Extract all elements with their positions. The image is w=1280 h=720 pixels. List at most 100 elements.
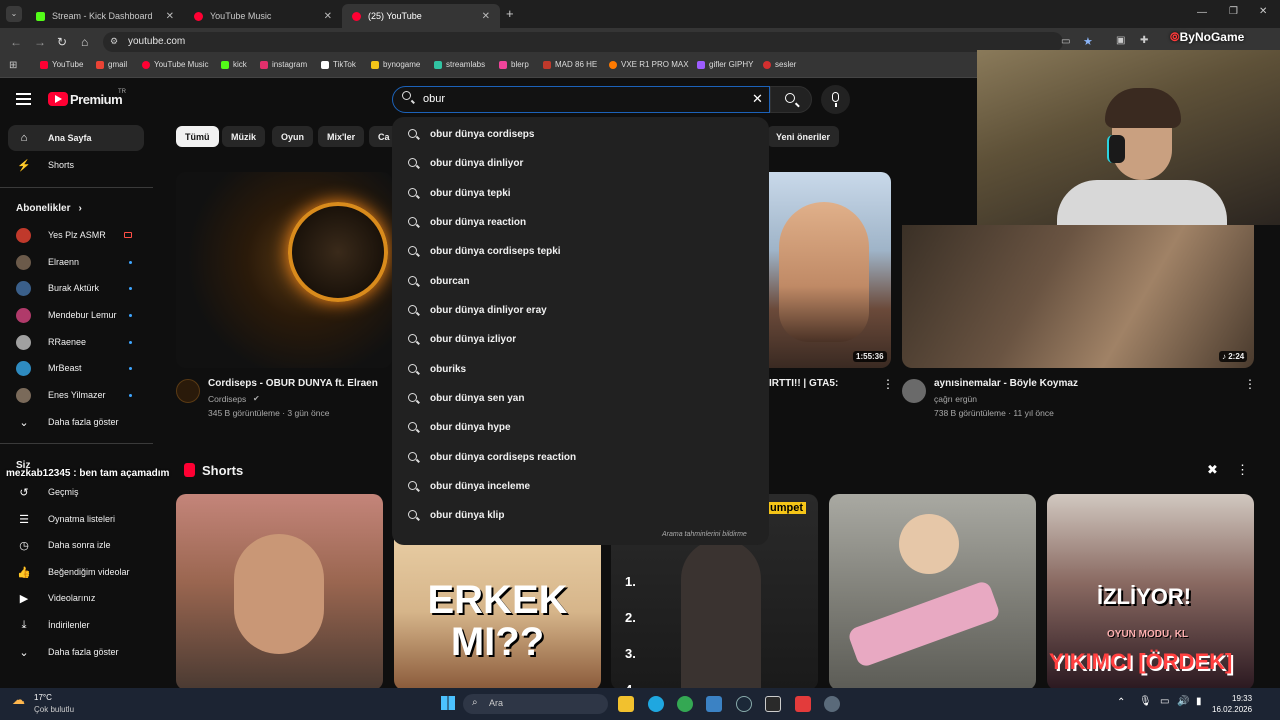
close-tab-icon[interactable]: ✕ bbox=[166, 11, 174, 22]
channel-avatar[interactable] bbox=[176, 379, 200, 403]
hamburger-menu-icon[interactable] bbox=[16, 93, 31, 105]
bookmark-sesler[interactable]: sesler bbox=[763, 60, 796, 69]
taskbar-search[interactable]: ⌕ Ara bbox=[463, 694, 608, 714]
suggestion-item[interactable]: obur dünya cordiseps tepki bbox=[392, 237, 769, 266]
sidebar-item-downloads[interactable]: ⤓ İndirilenler bbox=[8, 612, 144, 638]
search-button[interactable] bbox=[770, 86, 812, 113]
tray-chevron-up-icon[interactable]: ⌃ bbox=[1117, 697, 1125, 708]
sidebar-item-history[interactable]: ↺ Geçmiş bbox=[8, 479, 144, 505]
report-suggestions-link[interactable]: Arama tahminlerini bildirme bbox=[662, 531, 747, 538]
bookmark-kick[interactable]: kick bbox=[221, 60, 247, 69]
suggestion-item[interactable]: oburiks bbox=[392, 355, 769, 384]
bookmark-blerp[interactable]: blerp bbox=[499, 60, 529, 69]
clock-time[interactable]: 19:33 bbox=[1232, 694, 1252, 703]
more-options-icon[interactable]: ⋮ bbox=[1244, 377, 1256, 391]
clock-date[interactable]: 16.02.2026 bbox=[1212, 705, 1252, 714]
video-title[interactable]: aynısinemalar - Böyle Koymaz bbox=[934, 378, 1078, 389]
bookmark-youtube[interactable]: YouTube bbox=[40, 60, 83, 69]
steam-icon[interactable] bbox=[736, 696, 752, 712]
suggestion-item[interactable]: obur dünya sen yan bbox=[392, 384, 769, 413]
maximize-window-icon[interactable]: ❐ bbox=[1229, 6, 1238, 17]
sidebar-item-home[interactable]: ⌂ Ana Sayfa bbox=[8, 125, 144, 151]
chip-mixes[interactable]: Mix'ler bbox=[318, 126, 365, 147]
suggestion-item[interactable]: obur dünya tepki bbox=[392, 179, 769, 208]
show-more-you[interactable]: ⌄ Daha fazla göster bbox=[8, 639, 144, 665]
epic-games-icon[interactable] bbox=[765, 696, 781, 712]
not-interested-icon[interactable]: ✖ bbox=[1207, 462, 1218, 478]
youtube-logo-icon[interactable] bbox=[48, 92, 68, 106]
subscription-item[interactable]: RRaenee bbox=[16, 332, 136, 352]
settings-gear-icon[interactable] bbox=[824, 696, 840, 712]
suggestion-item[interactable]: obur dünya klip bbox=[392, 501, 769, 530]
app-icon[interactable] bbox=[795, 696, 811, 712]
bookmark-giphy[interactable]: gifler GIPHY bbox=[697, 60, 753, 69]
video-thumbnail[interactable] bbox=[769, 172, 891, 368]
sidebar-item-playlists[interactable]: ☰ Oynatma listeleri bbox=[8, 506, 144, 532]
reload-icon[interactable]: ↻ bbox=[57, 35, 67, 49]
suggestion-item[interactable]: obur dünya izliyor bbox=[392, 325, 769, 354]
edge-icon[interactable] bbox=[648, 696, 664, 712]
bookmark-youtube-music[interactable]: YouTube Music bbox=[142, 60, 209, 69]
bookmark-mad86[interactable]: MAD 86 HE bbox=[543, 60, 597, 69]
bookmark-star-icon[interactable]: ★ bbox=[1083, 35, 1093, 48]
chip-all[interactable]: Tümü bbox=[176, 126, 219, 147]
sidebar-item-liked[interactable]: 👍 Beğendiğim videolar bbox=[8, 559, 144, 585]
short-thumbnail[interactable] bbox=[829, 494, 1036, 690]
subscription-item[interactable]: Yes Plz ASMR bbox=[16, 225, 136, 245]
subscription-item[interactable]: Enes Yilmazer bbox=[16, 385, 136, 405]
file-explorer-icon[interactable] bbox=[618, 696, 634, 712]
weather-icon[interactable]: ☁ bbox=[12, 692, 25, 708]
forward-arrow-icon[interactable]: → bbox=[34, 35, 46, 49]
chip-new-recommendations[interactable]: Yeni öneriler bbox=[767, 126, 840, 147]
battery-icon[interactable]: ▮ bbox=[1196, 696, 1202, 707]
more-options-icon[interactable]: ⋮ bbox=[1236, 462, 1249, 478]
microphone-tray-icon[interactable]: 🎙 bbox=[1139, 696, 1152, 707]
apps-grid-icon[interactable]: ⊞ bbox=[9, 60, 17, 71]
home-browser-icon[interactable]: ⌂ bbox=[81, 35, 88, 49]
volume-icon[interactable]: 🔊 bbox=[1177, 696, 1189, 707]
bookmark-streamlabs[interactable]: streamlabs bbox=[434, 60, 485, 69]
video-channel[interactable]: Cordiseps bbox=[208, 394, 246, 404]
video-thumbnail[interactable] bbox=[176, 172, 392, 368]
profile-badge[interactable]: ⦾ByNoGame bbox=[1170, 30, 1244, 45]
bookmark-vxe[interactable]: VXE R1 PRO MAX bbox=[609, 60, 689, 69]
bookmark-instagram[interactable]: instagram bbox=[260, 60, 307, 69]
suggestion-item[interactable]: obur dünya dinliyor eray bbox=[392, 296, 769, 325]
tab-youtube-music[interactable]: YouTube Music ✕ bbox=[184, 4, 342, 28]
site-info-icon[interactable]: ⚙ bbox=[110, 36, 118, 47]
suggestion-item[interactable]: obur dünya cordiseps bbox=[392, 120, 769, 149]
close-window-icon[interactable]: ✕ bbox=[1259, 6, 1267, 17]
store-icon[interactable] bbox=[706, 696, 722, 712]
close-tab-icon[interactable]: ✕ bbox=[482, 11, 490, 22]
chip-gaming[interactable]: Oyun bbox=[272, 126, 314, 147]
suggestion-item[interactable]: obur dünya hype bbox=[392, 413, 769, 442]
back-arrow-icon[interactable]: ← bbox=[10, 35, 22, 49]
logo-text[interactable]: Premium bbox=[70, 92, 123, 107]
bookmark-tiktok[interactable]: TikTok bbox=[321, 60, 356, 69]
tab-youtube[interactable]: (25) YouTube ✕ bbox=[342, 4, 500, 28]
extension-icon[interactable]: ▣ bbox=[1116, 35, 1125, 46]
short-thumbnail[interactable] bbox=[176, 494, 383, 690]
voice-search-button[interactable] bbox=[821, 85, 850, 114]
bookmark-bynogame[interactable]: bynogame bbox=[371, 60, 420, 69]
show-more-subscriptions[interactable]: ⌄ Daha fazla göster bbox=[8, 409, 144, 435]
bookmark-gmail[interactable]: gmail bbox=[96, 60, 127, 69]
install-app-icon[interactable]: ▭ bbox=[1061, 36, 1070, 47]
more-options-icon[interactable]: ⋮ bbox=[882, 377, 894, 391]
network-icon[interactable]: ▭ bbox=[1160, 696, 1169, 707]
suggestion-item[interactable]: obur dünya reaction bbox=[392, 208, 769, 237]
suggestion-item[interactable]: obur dünya dinliyor bbox=[392, 149, 769, 178]
subscription-item[interactable]: Burak Aktürk bbox=[16, 278, 136, 298]
suggestion-item[interactable]: obur dünya cordiseps reaction bbox=[392, 443, 769, 472]
chip-music[interactable]: Müzik bbox=[222, 126, 266, 147]
clear-search-icon[interactable]: ✕ bbox=[752, 91, 763, 107]
chrome-icon[interactable] bbox=[677, 696, 693, 712]
subscription-item[interactable]: Elraenn bbox=[16, 252, 136, 272]
short-thumbnail[interactable]: İZLİYOR! OYUN MODU, KL YIKIMCI [ÖRDEK] bbox=[1047, 494, 1254, 690]
search-input[interactable] bbox=[423, 93, 723, 105]
video-title[interactable]: IRTTI!! | GTA5: bbox=[769, 378, 838, 389]
new-tab-button[interactable]: + bbox=[506, 6, 514, 21]
channel-avatar[interactable] bbox=[902, 379, 926, 403]
subscription-item[interactable]: Mendebur Lemur bbox=[16, 305, 136, 325]
address-bar[interactable] bbox=[103, 32, 1063, 52]
